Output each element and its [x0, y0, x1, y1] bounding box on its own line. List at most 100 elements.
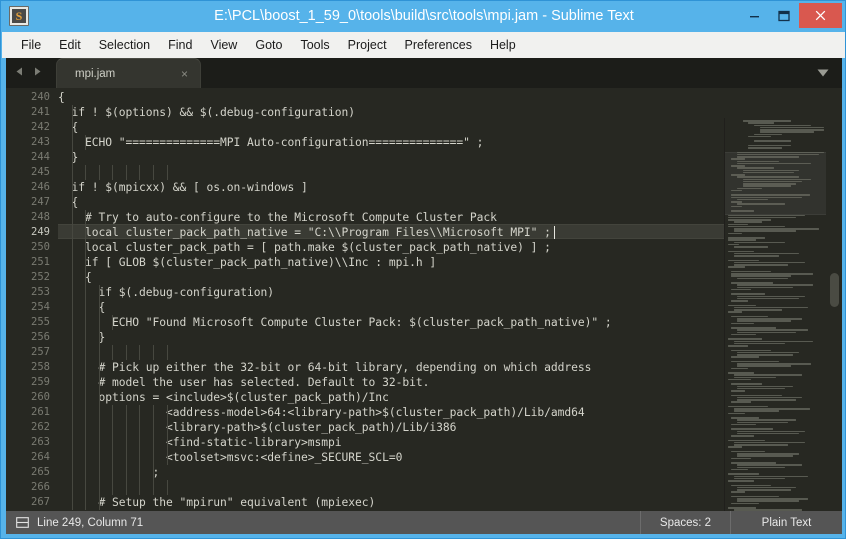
line-number: 258 — [31, 361, 50, 373]
minimap-line — [728, 311, 743, 313]
code-line[interactable]: { — [58, 90, 724, 105]
minimap-line — [748, 147, 783, 149]
code-line[interactable]: # Try to auto-configure to the Microsoft… — [58, 210, 724, 225]
code-line[interactable]: <toolset>msvc:<define>_SECURE_SCL=0 — [58, 450, 724, 465]
tab-close-icon[interactable]: × — [181, 68, 188, 80]
menu-item-goto[interactable]: Goto — [246, 35, 291, 55]
line-number: 252 — [31, 271, 50, 283]
minimap-line — [728, 266, 746, 268]
minimap-line — [736, 320, 791, 322]
minimap-line — [736, 151, 824, 154]
menu-item-help[interactable]: Help — [481, 35, 525, 55]
window-title: E:\PCL\boost_1_59_0\tools\build\src\tool… — [214, 8, 634, 24]
maximize-button[interactable] — [769, 3, 799, 28]
minimap[interactable] — [724, 118, 826, 511]
syntax-setting[interactable]: Plain Text — [730, 511, 842, 534]
minimap-line — [736, 187, 763, 190]
minimap-line — [733, 230, 797, 232]
code-line[interactable]: ECHO "Found Microsoft Compute Cluster Pa… — [58, 315, 724, 330]
code-line[interactable]: options = <include>$(cluster_pack_path)/… — [58, 390, 724, 405]
code-line[interactable]: { — [58, 270, 724, 285]
tab-navigation — [14, 66, 43, 77]
indent-guide — [139, 405, 141, 495]
code-line[interactable]: <find-static-library>msmpi — [58, 435, 724, 450]
tab-mpi-jam[interactable]: mpi.jam × — [56, 58, 201, 88]
minimap-line — [733, 340, 814, 343]
minimize-icon — [749, 16, 759, 18]
code-line[interactable]: ; — [58, 465, 724, 480]
code-line[interactable]: } — [58, 150, 724, 165]
cursor-position-label: Line 249, Column 71 — [37, 516, 144, 529]
code-line[interactable]: { — [58, 300, 724, 315]
panel-layout-icon[interactable] — [16, 517, 29, 528]
menu-item-project[interactable]: Project — [339, 35, 396, 55]
code-line[interactable]: if $(.debug-configuration) — [58, 285, 724, 300]
code-line[interactable] — [58, 165, 724, 180]
vertical-scrollbar[interactable] — [826, 118, 842, 511]
triangle-right-icon[interactable] — [32, 66, 43, 77]
indentation-setting[interactable]: Spaces: 2 — [640, 511, 730, 534]
text-caret — [553, 226, 555, 239]
code-line[interactable]: # Pick up either the 32-bit or 64-bit li… — [58, 360, 724, 375]
line-number: 255 — [31, 316, 50, 328]
code-line[interactable]: if ! $(options) && $(.debug-configuratio… — [58, 105, 724, 120]
minimap-line — [728, 412, 746, 415]
code-line[interactable]: local cluster_pack_path = [ path.make $(… — [58, 240, 724, 255]
minimize-button[interactable] — [739, 3, 769, 28]
tab-bar: mpi.jam × — [6, 58, 842, 88]
minimap-line — [730, 394, 782, 397]
indent-guide — [85, 165, 87, 180]
minimap-line — [748, 135, 772, 138]
code-line[interactable]: <address-model>64:<library-path>$(cluste… — [58, 405, 724, 420]
chevron-down-icon[interactable] — [816, 68, 830, 78]
triangle-left-icon[interactable] — [14, 66, 25, 77]
editor-shell: mpi.jam × 240 241 242 243 244 245 246 247 248 249… — [6, 58, 842, 511]
minimap-line — [736, 430, 805, 433]
code-line[interactable] — [58, 345, 724, 360]
indent-guide — [112, 345, 114, 360]
code-line[interactable]: if ! $(mpicxx) && [ os.on-windows ] — [58, 180, 724, 195]
minimap-line — [733, 376, 777, 379]
maximize-icon — [778, 10, 790, 21]
code-line[interactable]: # model the user has selected. Default t… — [58, 375, 724, 390]
code-line[interactable]: { — [58, 120, 724, 135]
code-line[interactable]: ECHO "==============MPI Auto-configurati… — [58, 135, 724, 150]
menu-item-tools[interactable]: Tools — [291, 35, 338, 55]
minimap-line — [736, 421, 788, 424]
status-bar-left: Line 249, Column 71 — [6, 517, 143, 529]
indent-guide — [125, 165, 127, 180]
minimap-line — [736, 160, 780, 163]
code-line[interactable]: if [ GLOB $(cluster_pack_path_native)\\I… — [58, 255, 724, 270]
minimap-line — [736, 455, 794, 457]
menu-item-edit[interactable]: Edit — [50, 35, 90, 55]
line-number: 261 — [31, 406, 50, 418]
minimap-line — [730, 349, 771, 352]
indent-guide — [112, 315, 114, 330]
line-number: 248 — [31, 211, 50, 223]
menu-item-selection[interactable]: Selection — [90, 35, 159, 55]
menu-item-preferences[interactable]: Preferences — [396, 35, 481, 55]
close-button[interactable] — [799, 3, 842, 28]
code-line[interactable]: # Setup the "mpirun" equivalent (mpiexec… — [58, 495, 724, 510]
menu-item-view[interactable]: View — [201, 35, 246, 55]
indent-guide — [166, 405, 168, 465]
code-line[interactable]: local cluster_pack_path_native = "C:\\Pr… — [58, 225, 724, 240]
scrollbar-thumb[interactable] — [830, 273, 839, 307]
code-editor[interactable]: 240 241 242 243 244 245 246 247 248 249 250 251 252 2… — [6, 88, 842, 511]
minimap-line — [728, 304, 757, 307]
code-line[interactable]: { — [58, 195, 724, 210]
minimap-line — [728, 480, 754, 482]
line-number: 267 — [31, 496, 50, 508]
indent-guide — [125, 345, 127, 360]
title-bar: S E:\PCL\boost_1_59_0\tools\build\src\to… — [1, 1, 845, 32]
code-line[interactable]: <library-path>$(cluster_pack_path)/Lib/i… — [58, 420, 724, 435]
code-line[interactable]: } — [58, 330, 724, 345]
minimap-line — [728, 345, 748, 347]
minimap-line — [730, 367, 748, 370]
indent-guide — [153, 165, 155, 180]
menu-item-find[interactable]: Find — [159, 35, 201, 55]
menu-item-file[interactable]: File — [12, 35, 50, 55]
minimap-line — [733, 410, 780, 412]
code-content[interactable]: { if ! $(options) && $(.debug-configurat… — [58, 88, 724, 511]
code-line[interactable] — [58, 480, 724, 495]
